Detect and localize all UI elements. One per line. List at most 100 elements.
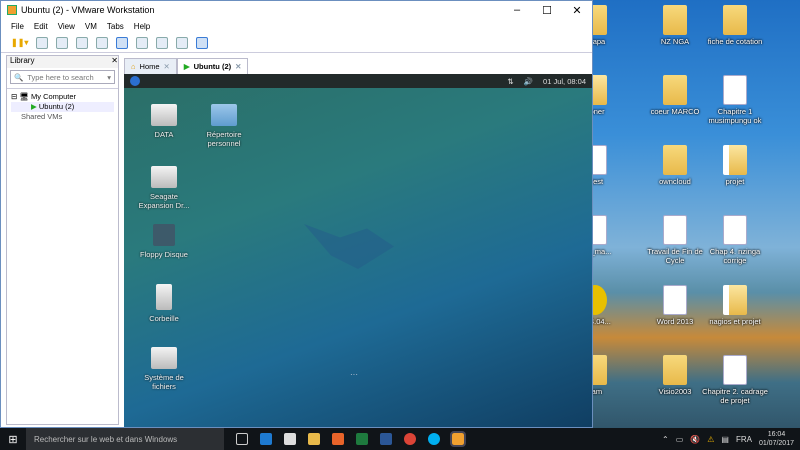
show-library-icon[interactable] <box>116 36 129 49</box>
trash-icon <box>156 284 172 310</box>
icon-label: Visio2003 <box>658 387 692 396</box>
maximize-button[interactable]: ☐ <box>532 4 562 17</box>
vm-icon-data[interactable]: DATA <box>134 104 194 139</box>
menu-tabs[interactable]: Tabs <box>107 22 124 31</box>
icon-label: Floppy Disque <box>140 250 188 259</box>
vm-icon-trash[interactable]: Corbeille <box>134 284 194 323</box>
menu-vm[interactable]: VM <box>85 22 97 31</box>
icon-label: Système de fichiers <box>144 373 184 391</box>
pdf-icon <box>723 285 747 315</box>
usb-drive-icon <box>151 166 177 188</box>
full-screen-icon[interactable] <box>156 36 169 49</box>
vm-icon-seagate[interactable]: Seagate Expansion Dr... <box>134 166 194 210</box>
icon-label: Corbeille <box>149 314 179 323</box>
tree-ubuntu-vm[interactable]: ▶ Ubuntu (2) <box>11 102 114 112</box>
snapshot-icon[interactable] <box>56 36 69 49</box>
network-warning-icon[interactable]: ⚠ <box>707 435 714 444</box>
desktop-icon[interactable]: fiche de cotation <box>700 5 770 46</box>
word-icon[interactable] <box>380 433 392 445</box>
xfce-menu-icon[interactable] <box>130 76 140 86</box>
console-view-icon[interactable] <box>196 36 209 49</box>
thumbnail-bar-icon[interactable] <box>136 36 149 49</box>
taskbar-search[interactable]: Rechercher sur le web et dans Windows <box>26 428 224 450</box>
volume-muted-icon[interactable]: 🔇 <box>690 435 700 444</box>
library-panel: Library ✕ 🔍 Type here to search ▾ ⊟ 🖥 My Co… <box>6 55 119 425</box>
chrome-icon[interactable] <box>404 433 416 445</box>
close-button[interactable]: ✕ <box>562 4 592 17</box>
icon-label: NZ NGA <box>660 37 690 46</box>
desktop-icon[interactable]: Chapitre 1 musimpungu ok <box>700 75 770 125</box>
library-close-icon[interactable]: ✕ <box>111 56 118 68</box>
menu-help[interactable]: Help <box>134 22 150 31</box>
minimize-button[interactable]: – <box>502 4 532 17</box>
excel-icon[interactable] <box>356 433 368 445</box>
vmware-taskbar-icon[interactable] <box>450 431 466 447</box>
pdf-icon <box>723 145 747 175</box>
menu-view[interactable]: View <box>58 22 75 31</box>
network-icon[interactable]: ⇅ <box>507 77 513 86</box>
vm-console[interactable]: ⇅ 🔊 01 Jul, 08:04 DATA Répertoire personne… <box>124 74 592 427</box>
vm-icon-home[interactable]: Répertoire personnel <box>194 104 254 148</box>
tab-label: Home <box>139 62 160 71</box>
tab-close-icon[interactable]: ✕ <box>164 62 170 71</box>
tab-ubuntu[interactable]: ▶ Ubuntu (2) ✕ <box>176 58 249 74</box>
search-placeholder: Type here to search <box>27 72 94 82</box>
title-bar: Ubuntu (2) - VMware Workstation – ☐ ✕ <box>1 1 592 19</box>
folder-icon <box>723 5 747 35</box>
home-icon: ⌂ <box>131 62 136 71</box>
revert-snapshot-icon[interactable] <box>76 36 89 49</box>
chevron-down-icon[interactable]: ▾ <box>107 73 111 82</box>
tree-my-computer[interactable]: ⊟ 🖥 My Computer <box>11 92 114 102</box>
task-view-icon[interactable] <box>236 433 248 445</box>
send-ctrl-alt-del-icon[interactable] <box>36 36 49 49</box>
vm-icon-floppy[interactable]: Floppy Disque <box>134 224 194 259</box>
volume-icon[interactable]: 🔊 <box>524 77 533 86</box>
icon-label: Seagate Expansion Dr... <box>138 192 190 210</box>
clock-time: 16:04 <box>767 431 786 438</box>
battery-icon[interactable]: ▭ <box>676 435 684 444</box>
xfce-panel: ⇅ 🔊 01 Jul, 08:04 <box>124 74 592 88</box>
doc-icon <box>663 215 687 245</box>
snapshot-manager-icon[interactable] <box>96 36 109 49</box>
desktop-icon[interactable]: nagios et projet <box>700 285 770 326</box>
icon-label: Chapitre 1 musimpungu ok <box>708 107 762 125</box>
vmware-logo-icon <box>7 5 17 15</box>
language-indicator[interactable]: FRA <box>736 435 752 444</box>
start-button[interactable]: ⊞ <box>0 433 26 446</box>
home-folder-icon <box>211 104 237 126</box>
desktop-icon[interactable]: Chapitre 2. cadrage de projet <box>700 355 770 405</box>
menu-edit[interactable]: Edit <box>34 22 48 31</box>
library-title: Library <box>10 56 35 65</box>
menu-file[interactable]: File <box>11 22 24 31</box>
icon-label: projet <box>725 177 745 186</box>
icon-label: Répertoire personnel <box>206 130 242 148</box>
tab-home[interactable]: ⌂ Home ✕ <box>124 58 177 74</box>
taskbar-clock[interactable]: 16:04 01/07/2017 <box>759 430 794 448</box>
unity-icon[interactable] <box>176 36 189 49</box>
vm-clock[interactable]: 01 Jul, 08:04 <box>543 77 586 86</box>
tree-shared-vms[interactable]: Shared VMs <box>11 112 114 122</box>
store-icon[interactable] <box>284 433 296 445</box>
tab-label: Ubuntu (2) <box>193 62 232 71</box>
skype-icon[interactable] <box>428 433 440 445</box>
tree-label: My Computer <box>30 92 76 101</box>
notifications-icon[interactable]: ▤ <box>721 435 729 444</box>
chevron-up-icon[interactable]: ⌃ <box>662 435 669 444</box>
vm-icon-filesystem[interactable]: Système de fichiers <box>134 347 194 391</box>
file-explorer-icon[interactable] <box>308 433 320 445</box>
doc-icon <box>663 285 687 315</box>
tab-close-icon[interactable]: ✕ <box>235 62 241 71</box>
search-icon: 🔍 <box>14 72 24 82</box>
window-title: Ubuntu (2) - VMware Workstation <box>21 5 155 15</box>
vm-running-icon: ▶ <box>31 102 37 111</box>
library-search-input[interactable]: 🔍 Type here to search ▾ <box>10 70 115 84</box>
pause-icon[interactable]: ❚❚▾ <box>11 38 28 47</box>
doc-icon <box>723 215 747 245</box>
desktop-icon[interactable]: projet <box>700 145 770 186</box>
edge-icon[interactable] <box>260 433 272 445</box>
windows-taskbar: ⊞ Rechercher sur le web et dans Windows … <box>0 428 800 450</box>
firefox-icon[interactable] <box>332 433 344 445</box>
icon-label: Travail de Fin de Cycle <box>647 247 703 265</box>
icon-label: DATA <box>154 130 174 139</box>
desktop-icon[interactable]: Chap 4. nzinga corrige <box>700 215 770 265</box>
